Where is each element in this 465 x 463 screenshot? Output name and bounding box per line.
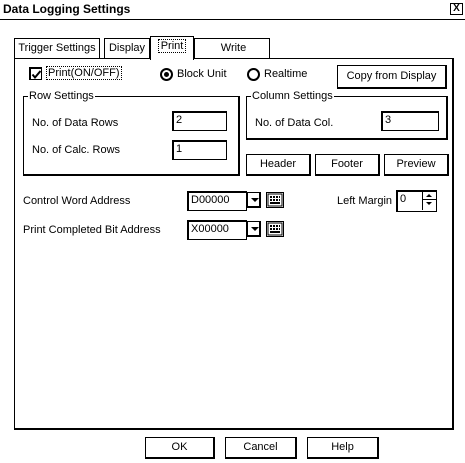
close-button[interactable]: X [450, 3, 463, 15]
close-icon: X [453, 3, 460, 14]
row-settings-title: Row Settings [28, 89, 95, 103]
check-icon [31, 70, 42, 80]
spinner-up-icon[interactable] [423, 192, 436, 200]
calc-rows-input[interactable]: 1 [172, 140, 227, 160]
data-rows-input[interactable]: 2 [172, 111, 227, 131]
tab-label: Print [157, 39, 187, 53]
print-onoff-checkbox[interactable] [29, 67, 42, 80]
left-margin-input[interactable]: 0 [396, 190, 437, 212]
print-completed-keypad-button[interactable] [266, 221, 284, 237]
calc-rows-label: No. of Calc. Rows [32, 144, 121, 156]
radio-block-unit[interactable] [160, 68, 173, 81]
column-settings-group: Column Settings No. of Data Col. 3 [246, 89, 448, 140]
column-settings-title: Column Settings [251, 89, 334, 103]
control-word-address-label: Control Word Address [23, 195, 131, 207]
preview-button[interactable]: Preview [384, 154, 449, 176]
print-onoff-label: Print(ON/OFF) [46, 66, 122, 80]
help-button[interactable]: Help [307, 437, 379, 459]
footer-button[interactable]: Footer [315, 154, 380, 176]
tab-trigger-settings[interactable]: Trigger Settings [14, 38, 100, 58]
keypad-icon [267, 193, 283, 207]
spinner-icon[interactable] [422, 192, 436, 210]
control-word-address-input[interactable]: D00000 [187, 191, 247, 211]
tab-display[interactable]: Display [104, 38, 150, 58]
tab-write-settings[interactable]: Write Settings [194, 38, 270, 72]
data-rows-label: No. of Data Rows [32, 117, 119, 129]
window-title: Data Logging Settings [3, 2, 131, 16]
block-unit-label: Block Unit [177, 68, 227, 80]
print-tab-panel: Print(ON/OFF) Block Unit Realtime Copy f… [14, 58, 454, 430]
copy-from-display-button[interactable]: Copy from Display [337, 65, 447, 89]
control-word-keypad-button[interactable] [266, 192, 284, 208]
header-button[interactable]: Header [246, 154, 311, 176]
keypad-icon [267, 222, 283, 236]
title-bar: Data Logging Settings X [0, 0, 465, 20]
data-col-label: No. of Data Col. [255, 117, 334, 129]
left-margin-label: Left Margin [337, 195, 393, 207]
ok-button[interactable]: OK [145, 437, 215, 459]
spinner-down-icon[interactable] [423, 200, 436, 208]
print-completed-bit-address-label: Print Completed Bit Address [23, 224, 161, 236]
control-word-dropdown[interactable] [247, 192, 261, 208]
tab-label: Display [108, 42, 146, 54]
radio-realtime[interactable] [247, 68, 260, 81]
data-col-input[interactable]: 3 [381, 111, 439, 131]
tab-print[interactable]: Print [150, 36, 194, 60]
row-settings-group: Row Settings No. of Data Rows 2 No. of C… [23, 89, 240, 176]
realtime-label: Realtime [264, 68, 308, 80]
left-margin-value: 0 [400, 193, 407, 205]
tab-label: Trigger Settings [18, 42, 96, 54]
print-completed-bit-address-input[interactable]: X00000 [187, 220, 247, 240]
data-logging-settings-dialog: Data Logging Settings X Trigger Settings… [0, 0, 465, 463]
print-completed-dropdown[interactable] [247, 221, 261, 237]
cancel-button[interactable]: Cancel [225, 437, 297, 459]
